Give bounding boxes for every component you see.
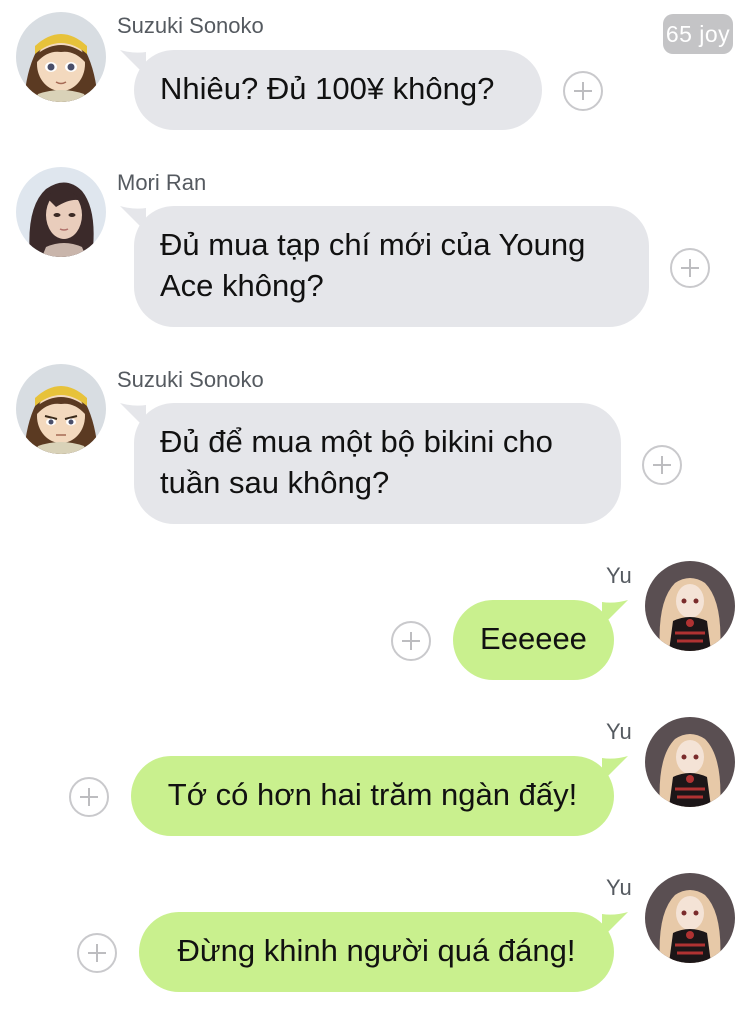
- message-text-line: Đủ để mua một bộ bikini cho: [160, 424, 553, 459]
- message-text-line: Đủ mua tạp chí mới của Young: [160, 227, 586, 262]
- gothic-doll-avatar-image: [645, 561, 735, 651]
- bubble-tail: [120, 403, 146, 429]
- bubble-tail: [602, 600, 628, 626]
- message-text-line: Ace không?: [160, 268, 324, 303]
- anime-girl-headband-avatar-image: [16, 364, 106, 454]
- message-text-line: Nhiêu? Đủ 100¥ không?: [160, 71, 495, 106]
- add-reaction-icon[interactable]: [670, 248, 710, 288]
- message-text-line: tuần sau không?: [160, 465, 390, 500]
- message-bubble-outgoing[interactable]: Tớ có hơn hai trăm ngàn đấy!: [131, 756, 628, 836]
- avatar-suzuki-sonoko[interactable]: [16, 12, 106, 102]
- gothic-doll-avatar-image: [645, 717, 735, 807]
- message-bubble-outgoing[interactable]: Đừng khinh người quá đáng!: [139, 912, 628, 992]
- avatar-suzuki-sonoko[interactable]: [16, 364, 106, 454]
- message-bubble-outgoing[interactable]: Eeeeee: [453, 600, 628, 680]
- bubble-tail: [120, 206, 146, 232]
- message-text-line: Tớ có hơn hai trăm ngàn đấy!: [167, 777, 578, 812]
- avatar-yu[interactable]: [645, 717, 735, 807]
- add-reaction-icon[interactable]: [77, 933, 117, 973]
- bubble-tail: [602, 912, 628, 938]
- reaction-count-badge[interactable]: 65 joy: [663, 14, 733, 54]
- sender-name: Suzuki Sonoko: [117, 367, 264, 392]
- message-bubble-incoming[interactable]: Nhiêu? Đủ 100¥ không?: [120, 50, 542, 130]
- message-bubble-incoming[interactable]: Đủ để mua một bộ bikini cho tuần sau khô…: [120, 403, 621, 524]
- gothic-doll-avatar-image: [645, 873, 735, 963]
- bubble-tail: [120, 50, 146, 76]
- avatar-mori-ran[interactable]: [16, 167, 106, 257]
- message-text-line: Eeeeee: [480, 621, 587, 656]
- sender-name: Yu: [606, 875, 632, 900]
- sender-name: Yu: [606, 563, 632, 588]
- sender-name: Yu: [606, 719, 632, 744]
- message-text-line: Đừng khinh người quá đáng!: [177, 933, 576, 968]
- message-bubble-incoming[interactable]: Đủ mua tạp chí mới của Young Ace không?: [120, 206, 649, 327]
- sender-name: Suzuki Sonoko: [117, 13, 264, 38]
- add-reaction-icon[interactable]: [563, 71, 603, 111]
- add-reaction-icon[interactable]: [391, 621, 431, 661]
- avatar-yu[interactable]: [645, 873, 735, 963]
- long-hair-girl-avatar-image: [16, 167, 106, 257]
- avatar-yu[interactable]: [645, 561, 735, 651]
- add-reaction-icon[interactable]: [642, 445, 682, 485]
- anime-girl-headband-avatar-image: [16, 12, 106, 102]
- add-reaction-icon[interactable]: [69, 777, 109, 817]
- bubble-tail: [602, 756, 628, 782]
- sender-name: Mori Ran: [117, 170, 207, 195]
